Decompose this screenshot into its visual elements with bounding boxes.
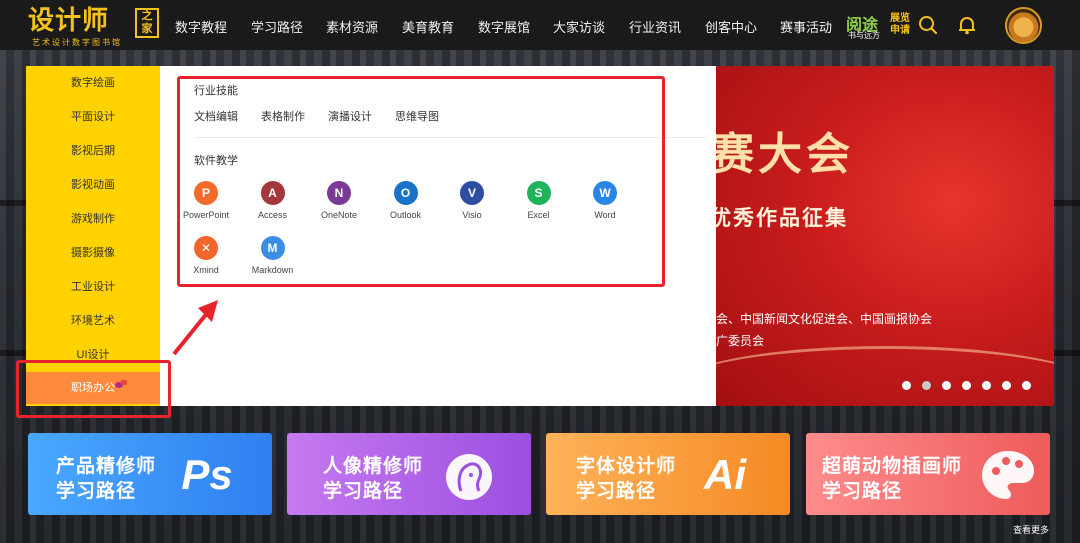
site-logo[interactable]: 设计师 之家 艺术设计数字图书馆 [28, 6, 160, 47]
card-portrait-retoucher[interactable]: 人像精修师 学习路径 [287, 433, 531, 515]
hero-banner[interactable]: 赛大会 优秀作品征集 会、中国新闻文化促进会、中国画报协会 广委员会 [716, 66, 1054, 406]
logo-text: 设计师 [28, 6, 110, 36]
logo-box-text: 之家 [135, 8, 159, 38]
banner-subtitle: 优秀作品征集 [716, 207, 848, 230]
nav-materials[interactable]: 素材资源 [326, 17, 378, 36]
sidebar-item-industrial-design[interactable]: 工业设计 [26, 275, 160, 299]
carousel-dot[interactable] [1022, 381, 1031, 390]
sidebar-item-graphic-design[interactable]: 平面设计 [26, 105, 160, 129]
photoshop-logo-icon: Ps [181, 451, 233, 498]
search-icon[interactable] [917, 14, 939, 36]
carousel-dot[interactable] [902, 381, 911, 390]
portrait-face-icon [446, 454, 492, 500]
card-font-designer[interactable]: 字体设计师 学习路径 Ai [546, 433, 790, 515]
carousel-dot[interactable] [982, 381, 991, 390]
user-avatar[interactable] [1005, 7, 1042, 44]
view-more-link[interactable]: 查看更多 [1013, 523, 1049, 536]
nav-digital-tutorials[interactable]: 数字教程 [175, 17, 227, 36]
banner-wave-decoration [716, 346, 1054, 406]
banner-title: 赛大会 [716, 129, 854, 180]
card-title: 超萌动物插画师 [822, 456, 963, 477]
card-title: 人像精修师 [323, 456, 424, 477]
card-title: 字体设计师 [576, 456, 677, 477]
card-subtitle: 学习路径 [822, 481, 903, 502]
carousel-dot[interactable] [942, 381, 951, 390]
illustrator-logo-icon: Ai [704, 451, 746, 498]
sidebar-item-animation[interactable]: 影视动画 [26, 173, 160, 197]
sidebar-item-environment-art[interactable]: 环境艺术 [26, 309, 160, 333]
sidebar-item-post-production[interactable]: 影视后期 [26, 139, 160, 163]
highlight-box-sidebar [16, 360, 171, 418]
nav-art-education[interactable]: 美育教育 [402, 17, 454, 36]
card-subtitle: 学习路径 [323, 481, 404, 502]
card-animal-illustrator[interactable]: 超萌动物插画师 学习路径 [806, 433, 1050, 515]
sidebar-item-digital-painting[interactable]: 数字绘画 [26, 71, 160, 95]
nav-interviews[interactable]: 大家访谈 [553, 17, 605, 36]
category-sidebar: 数字绘画 平面设计 影视后期 影视动画 游戏制作 摄影摄像 工业设计 环境艺术 … [26, 66, 160, 406]
badge-apply-text: 展览申请 [890, 13, 910, 36]
nav-learning-path[interactable]: 学习路径 [251, 17, 303, 36]
sidebar-item-game-dev[interactable]: 游戏制作 [26, 207, 160, 231]
palette-icon [982, 451, 1034, 499]
exhibition-apply-badge[interactable]: 阅途 书与远方 展览申请 [846, 9, 910, 41]
carousel-dot-active[interactable] [922, 381, 931, 390]
nav-industry-news[interactable]: 行业资讯 [629, 17, 681, 36]
logo-tagline: 艺术设计数字图书馆 [32, 38, 122, 47]
card-title: 产品精修师 [56, 456, 157, 477]
bell-icon[interactable] [956, 14, 978, 36]
badge-sub-text: 书与远方 [848, 31, 880, 40]
annotation-arrow-icon [172, 300, 218, 356]
nav-digital-gallery[interactable]: 数字展馆 [478, 17, 530, 36]
card-subtitle: 学习路径 [56, 481, 137, 502]
carousel-dot[interactable] [962, 381, 971, 390]
card-subtitle: 学习路径 [576, 481, 657, 502]
carousel-dot[interactable] [1002, 381, 1011, 390]
sidebar-item-photography[interactable]: 摄影摄像 [26, 241, 160, 265]
card-product-retoucher[interactable]: 产品精修师 学习路径 Ps [28, 433, 272, 515]
top-navigation-bar: 设计师 之家 艺术设计数字图书馆 数字教程 学习路径 素材资源 美育教育 数字展… [0, 0, 1080, 50]
banner-organizers-line1: 会、中国新闻文化促进会、中国画报协会 [716, 312, 933, 326]
banner-organizers-line2: 广委员会 [716, 334, 765, 348]
nav-maker-center[interactable]: 创客中心 [705, 17, 757, 36]
nav-competitions[interactable]: 赛事活动 [780, 17, 832, 36]
highlight-box-dropdown [177, 76, 665, 287]
